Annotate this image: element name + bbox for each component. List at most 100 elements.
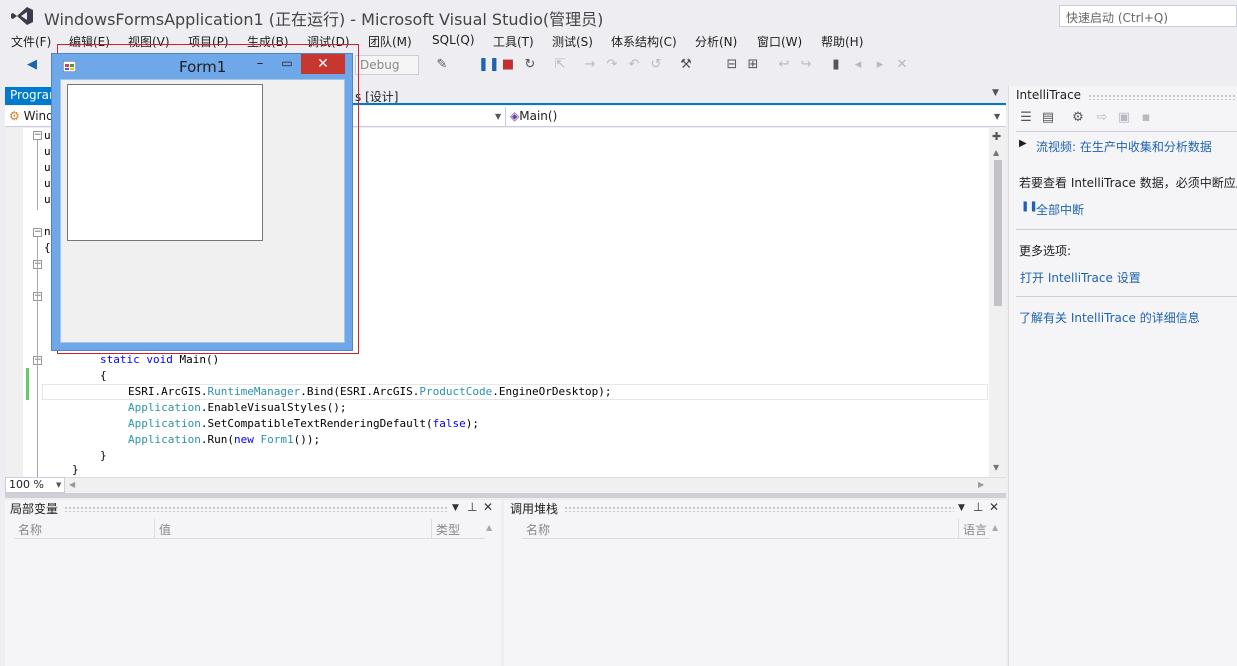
panel-menu-icon[interactable]: ▼ [958, 503, 965, 513]
close-icon[interactable]: ✕ [301, 54, 345, 74]
intellitrace-panel [1008, 86, 1237, 666]
panel-splitter[interactable] [5, 493, 1006, 498]
code-line-brace: } [100, 449, 107, 462]
form1-control-panel[interactable] [67, 84, 263, 241]
outline-line [37, 237, 38, 477]
project-icon: ⚙ [9, 109, 20, 123]
tab-form-design[interactable]: s [设计] [355, 88, 398, 105]
open-log-icon[interactable]: ▣ [1116, 110, 1132, 126]
step-out-icon[interactable]: ↶ [626, 57, 642, 73]
scroll-down-icon[interactable]: ▼ [993, 463, 999, 472]
gear-icon[interactable]: ⚙ [1070, 110, 1086, 126]
show-next-statement-icon[interactable]: ⇱ [552, 57, 568, 73]
divider [1016, 131, 1237, 132]
callstack-panel-title: 调用堆栈 [510, 502, 559, 516]
tab-list-dropdown-icon[interactable]: ▼ [992, 88, 999, 98]
scroll-up-icon[interactable]: ▲ [993, 148, 999, 157]
stack-frame-icon[interactable]: ⊞ [745, 57, 761, 73]
panel-grip[interactable] [64, 506, 448, 512]
zoom-level-select[interactable]: 100 % ▼ [5, 477, 65, 493]
panel-grip[interactable] [1088, 94, 1237, 100]
code-line-bind: ESRI.ArcGIS.RuntimeManager.Bind(ESRI.Arc… [128, 385, 612, 398]
events-view-icon[interactable]: ☰ [1018, 110, 1034, 126]
comment-icon[interactable]: ↩ [776, 57, 792, 73]
menu-team[interactable]: 团队(M) [368, 33, 412, 50]
panel-grip[interactable] [564, 506, 954, 512]
next-bookmark-icon[interactable]: ▸ [872, 57, 888, 73]
column-header-name[interactable]: 名称 [14, 519, 154, 539]
nav-project-select[interactable]: ⚙ Wind [5, 107, 55, 126]
menu-architecture[interactable]: 体系结构(C) [611, 33, 677, 50]
stop-icon[interactable]: ■ [500, 57, 516, 73]
menu-sql[interactable]: SQL(Q) [432, 33, 475, 47]
code-line-brace: } [72, 463, 79, 476]
uncomment-icon[interactable]: ↪ [798, 57, 814, 73]
method-icon: ◈ [510, 109, 520, 123]
learn-more-link[interactable]: 了解有关 IntelliTrace 的详细信息 [1019, 309, 1200, 326]
clear-bookmarks-icon[interactable]: ✕ [894, 57, 910, 73]
threads-icon[interactable]: ⊟ [724, 57, 740, 73]
prev-bookmark-icon[interactable]: ◂ [850, 57, 866, 73]
calls-view-icon[interactable]: ▤ [1040, 110, 1056, 126]
undo-icon[interactable]: ↺ [648, 57, 664, 73]
outline-collapse-icon[interactable]: − [33, 131, 42, 140]
solution-configuration-select[interactable]: Debug [355, 55, 419, 75]
pin-icon[interactable]: ⊥ [467, 500, 477, 514]
chevron-down-icon: ▼ [56, 481, 62, 489]
menu-test[interactable]: 测试(S) [552, 33, 593, 50]
column-header-name[interactable]: 名称 [522, 519, 958, 539]
scroll-up-icon[interactable]: ▲ [992, 523, 998, 532]
scroll-right-icon[interactable]: ▶ [978, 480, 984, 489]
scroll-up-icon[interactable]: ▲ [486, 523, 492, 532]
break-all-link[interactable]: 全部中断 [1036, 201, 1084, 218]
close-icon[interactable]: ✕ [989, 500, 999, 514]
tab-program-cs[interactable]: Program.cs [5, 87, 55, 105]
nav-member-select[interactable]: ◈Main() ▼ [506, 107, 1006, 126]
nav-type-select[interactable]: ▼ [355, 107, 506, 126]
divider [1016, 229, 1237, 230]
code-line-visual-styles: Application.EnableVisualStyles(); [128, 401, 347, 414]
column-header-type[interactable]: 类型 [431, 519, 485, 539]
maximize-icon[interactable]: ▭ [277, 56, 297, 74]
forward-icon[interactable]: ⇨ [1094, 110, 1110, 126]
form-app-icon [63, 61, 76, 72]
play-video-icon: ▶ [1019, 138, 1027, 149]
restart-icon[interactable]: ↻ [522, 57, 538, 73]
visual-studio-logo-icon [11, 7, 33, 25]
column-header-language[interactable]: 语言 [958, 519, 990, 539]
bookmark-icon[interactable]: ▮ [828, 57, 844, 73]
divider [1016, 296, 1237, 297]
scrollbar-thumb[interactable] [994, 160, 1002, 306]
save-icon[interactable]: ▪ [1138, 110, 1154, 126]
video-link[interactable]: 流视频: 在生产中收集和分析数据 [1036, 138, 1212, 155]
code-gutter-fragment: u [44, 161, 51, 174]
pause-icon[interactable]: ❚❚ [478, 57, 500, 73]
step-into-icon[interactable]: → [582, 57, 598, 73]
menu-tools[interactable]: 工具(T) [493, 33, 534, 50]
window-title: WindowsFormsApplication1 (正在运行) - Micros… [44, 10, 604, 29]
hex-display-icon[interactable]: ⚒ [678, 57, 694, 73]
chevron-down-icon: ▼ [994, 112, 1001, 121]
editor-horizontal-scrollbar[interactable] [5, 477, 1006, 493]
pin-icon[interactable]: ⊥ [973, 500, 983, 514]
panel-menu-icon[interactable]: ▼ [452, 503, 459, 513]
menu-analyze[interactable]: 分析(N) [695, 33, 737, 50]
close-icon[interactable]: ✕ [483, 500, 493, 514]
outline-collapse-icon[interactable]: − [33, 228, 42, 237]
column-header-value[interactable]: 值 [154, 519, 431, 539]
code-gutter-fragment: { [44, 241, 51, 254]
split-editor-icon[interactable]: ✚ [992, 130, 1001, 143]
minimize-icon[interactable]: – [250, 56, 270, 74]
menu-help[interactable]: 帮助(H) [821, 33, 863, 50]
find-icon[interactable]: ✎ [434, 57, 450, 73]
quick-launch-input[interactable]: 快速启动 (Ctrl+Q) [1059, 5, 1237, 27]
outline-line [37, 140, 38, 210]
code-gutter-fragment: u [44, 129, 51, 142]
step-over-icon[interactable]: ↷ [604, 57, 620, 73]
menu-window[interactable]: 窗口(W) [757, 33, 802, 50]
menu-file[interactable]: 文件(F) [11, 33, 51, 50]
code-line-brace: { [100, 369, 107, 382]
scroll-left-icon[interactable]: ◀ [69, 480, 75, 489]
open-settings-link[interactable]: 打开 IntelliTrace 设置 [1020, 269, 1141, 286]
back-arrow-icon[interactable]: ◀ [24, 57, 40, 73]
